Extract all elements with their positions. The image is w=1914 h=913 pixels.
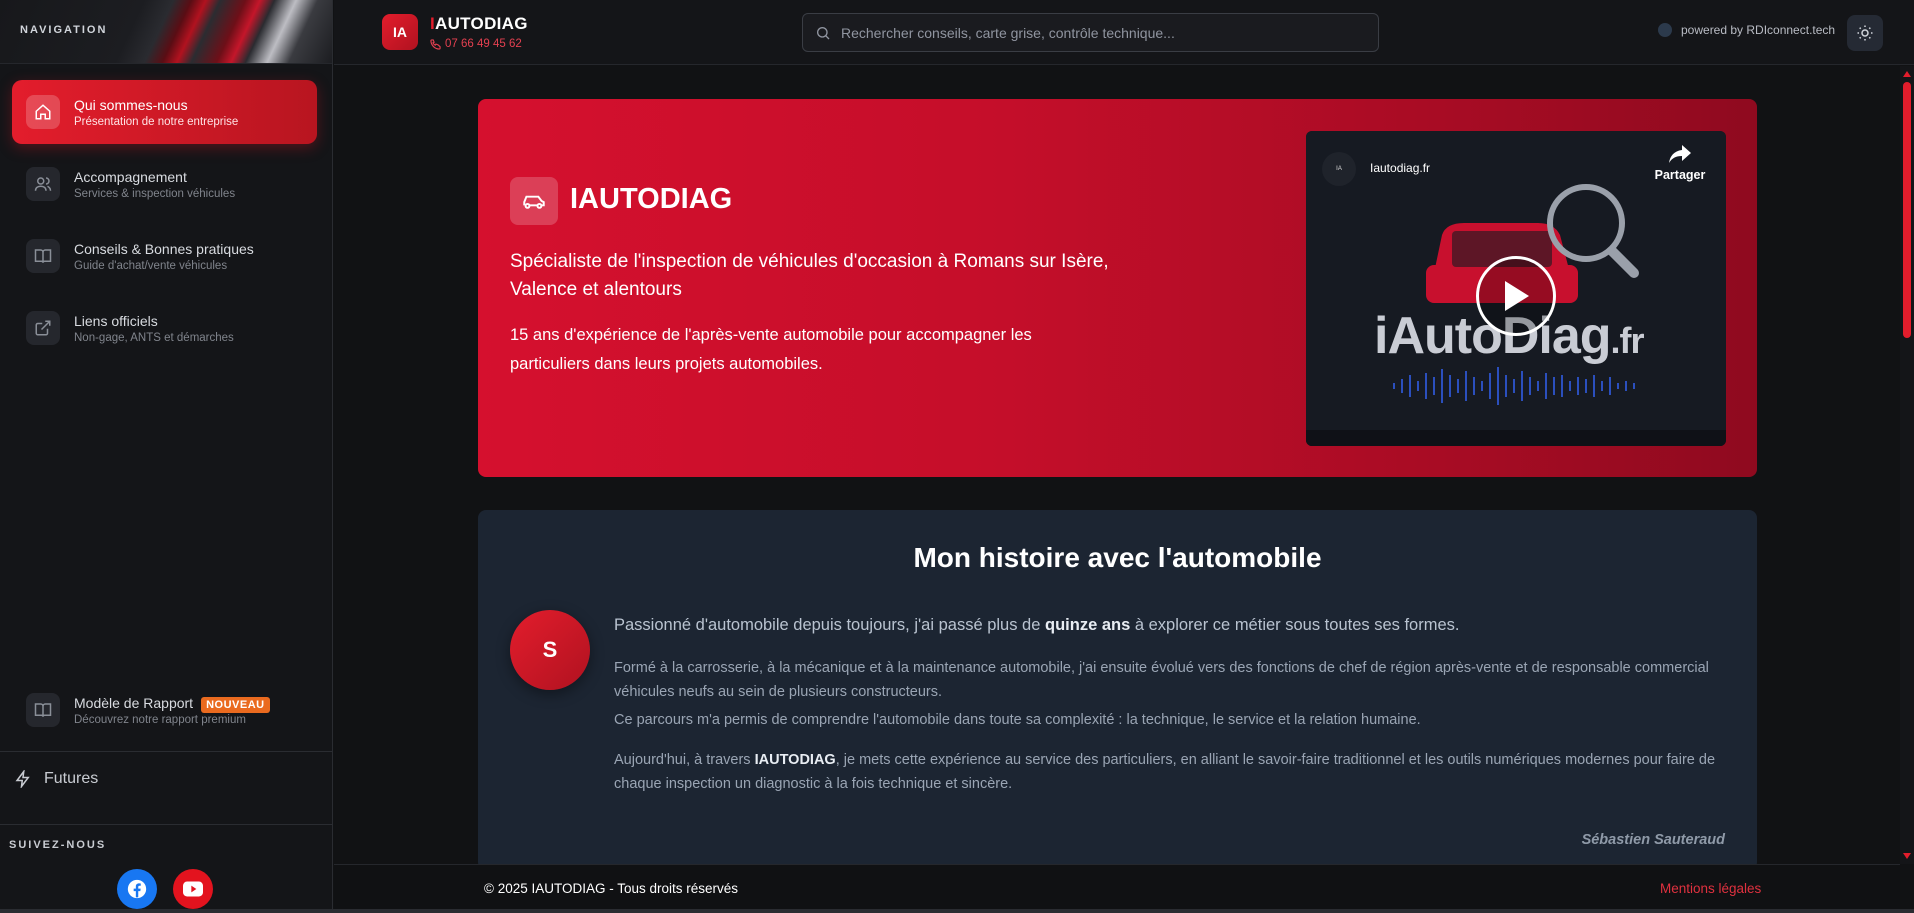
sidebar: NAVIGATION Qui sommes-nous Présentation …	[0, 0, 333, 913]
rdi-logo-icon	[1658, 23, 1672, 37]
sidebar-title: NAVIGATION	[20, 24, 108, 36]
divider	[0, 751, 333, 752]
sidebar-item-sub: Guide d'achat/vente véhicules	[74, 259, 228, 272]
story-paragraph: Ce parcours m'a permis de comprendre l'a…	[614, 712, 1421, 728]
home-icon	[26, 95, 60, 129]
logo[interactable]: IA	[382, 14, 418, 50]
play-icon	[1505, 281, 1529, 311]
legal-link[interactable]: Mentions légales	[1660, 881, 1761, 896]
sidebar-item-modele-rapport[interactable]: Modèle de Rapport NOUVEAU Découvrez notre…	[12, 678, 317, 742]
powered-by[interactable]: powered by RDIconnect.tech	[1658, 23, 1835, 37]
story-paragraph: Aujourd'hui, à travers IAUTODIAG, je met…	[614, 752, 1716, 792]
story-intro: Passionné d'automobile depuis toujours, …	[614, 616, 1460, 634]
users-icon	[26, 167, 60, 201]
scroll-up-arrow[interactable]	[1903, 71, 1911, 77]
youtube-icon	[183, 881, 203, 897]
sidebar-header: NAVIGATION	[0, 0, 332, 64]
scroll-down-arrow[interactable]	[1903, 853, 1911, 859]
play-button[interactable]	[1476, 256, 1556, 336]
sidebar-item-label: Conseils & Bonnes pratiques	[74, 240, 254, 257]
story-paragraph: Formé à la carrosserie, à la mécanique e…	[614, 660, 1709, 700]
sidebar-item-accompagnement[interactable]: Accompagnement Services & inspection véh…	[12, 152, 317, 216]
sidebar-item-conseils[interactable]: Conseils & Bonnes pratiques Guide d'acha…	[12, 224, 317, 288]
futures-link[interactable]: Futures	[14, 770, 98, 788]
video-player[interactable]: IA Iautodiag.fr Partager iAutoDiag.fr	[1306, 131, 1726, 446]
search-input[interactable]	[841, 24, 1361, 41]
sun-icon	[1857, 25, 1873, 41]
channel-avatar[interactable]: IA	[1322, 152, 1356, 186]
sidebar-item-label: Modèle de Rapport NOUVEAU	[74, 694, 270, 713]
follow-us-heading: SUIVEZ-NOUS	[9, 839, 107, 851]
hero-title: IAUTODIAG	[570, 183, 733, 215]
sidebar-item-label: Qui sommes-nous	[74, 96, 188, 113]
car-icon	[510, 177, 558, 225]
hero-subtitle: Spécialiste de l'inspection de véhicules…	[510, 251, 1109, 300]
sidebar-item-label: Accompagnement	[74, 168, 187, 185]
hero-description: 15 ans d'expérience de l'après-vente aut…	[510, 326, 1032, 373]
signature: Sébastien Sauteraud	[1581, 832, 1725, 848]
sidebar-item-label: Liens officiels	[74, 312, 158, 329]
sidebar-item-sub: Non-gage, ANTS et démarches	[74, 331, 234, 344]
facebook-button[interactable]	[117, 869, 157, 909]
scroll-thumb[interactable]	[1903, 82, 1911, 338]
sidebar-item-liens-officiels[interactable]: Liens officiels Non-gage, ANTS et démarc…	[12, 296, 317, 360]
external-link-icon	[26, 311, 60, 345]
share-icon	[1669, 145, 1691, 163]
phone-number: 07 66 49 45 62	[445, 38, 522, 50]
lightning-icon	[15, 770, 30, 788]
share-label: Partager	[1654, 168, 1706, 182]
channel-name[interactable]: Iautodiag.fr	[1370, 161, 1430, 175]
search-bar[interactable]	[802, 13, 1379, 52]
top-bar: IA IAUTODIAG 07 66 49 45 62 powered by R…	[334, 0, 1914, 65]
sidebar-item-qui-sommes-nous[interactable]: Qui sommes-nous Présentation de notre en…	[12, 80, 317, 144]
sidebar-item-sub: Découvrez notre rapport premium	[74, 713, 246, 726]
avatar: S	[510, 610, 590, 690]
sidebar-item-sub: Services & inspection véhicules	[74, 187, 236, 200]
book-icon	[26, 693, 60, 727]
divider	[0, 824, 333, 825]
horizontal-scrollbar[interactable]	[0, 909, 1914, 913]
brand-name: IAUTODIAG	[430, 14, 528, 33]
story-card: Mon histoire avec l'automobile S Passion…	[478, 510, 1757, 864]
theme-toggle-button[interactable]	[1847, 15, 1883, 51]
facebook-icon	[127, 879, 147, 899]
report-label: Modèle de Rapport	[74, 694, 194, 711]
copyright: © 2025 IAUTODIAG - Tous droits réservés	[484, 881, 739, 896]
story-title: Mon histoire avec l'automobile	[913, 542, 1322, 573]
hero-banner: IAUTODIAG Spécialiste de l'inspection de…	[478, 99, 1757, 477]
share-button[interactable]: Partager	[1652, 143, 1708, 182]
search-icon	[817, 26, 830, 39]
phone-link[interactable]: 07 66 49 45 62	[430, 38, 522, 50]
video-progress-bar[interactable]	[1306, 430, 1726, 446]
main-content: IAUTODIAG Spécialiste de l'inspection de…	[334, 66, 1900, 864]
sidebar-item-sub: Présentation de notre entreprise	[74, 115, 239, 128]
book-icon	[26, 239, 60, 273]
new-badge: NOUVEAU	[201, 696, 270, 713]
scrollbar[interactable]	[1900, 66, 1914, 864]
footer: © 2025 IAUTODIAG - Tous droits réservés …	[334, 864, 1900, 909]
youtube-button[interactable]	[173, 869, 213, 909]
phone-icon	[430, 38, 441, 50]
futures-label: Futures	[44, 770, 99, 787]
